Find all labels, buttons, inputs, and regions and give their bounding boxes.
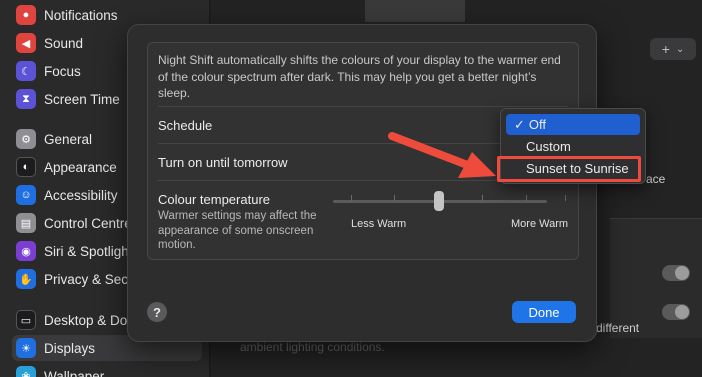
different-text: different [596,321,640,335]
sidebar-item-label: Control Centre [44,215,132,231]
option-label: Custom [526,139,571,154]
hourglass-icon: ⧗ [16,89,36,109]
slider-tick [526,195,527,201]
space-text: ace [646,172,666,186]
ambient-text: ambient lighting conditions. [240,340,385,354]
hand-icon: ✋ [16,269,36,289]
desktop-icon: ▭ [16,310,36,330]
schedule-option-off[interactable]: ✓ Off [506,114,640,135]
slider-tick [482,195,483,201]
sidebar-item-label: Accessibility [44,187,118,203]
annotation-highlight-box [497,156,641,182]
sidebar-item-label: Wallpaper [44,368,105,377]
schedule-option-custom[interactable]: Custom [506,136,640,157]
sidebar-item-label: Appearance [44,159,117,175]
sidebar-item-label: Sound [44,35,84,51]
display-icon: ☀ [16,338,36,358]
slider-tick [394,195,395,201]
wallpaper-icon: ❀ [16,366,36,377]
bell-icon: ● [16,5,36,25]
sidebar-item-label: General [44,131,93,147]
plus-icon: + [661,41,670,57]
sidebar-item-label: Displays [44,340,96,356]
true-tone-toggle[interactable] [662,304,690,320]
moon-icon: ☾ [16,61,36,81]
gear-icon: ⚙ [16,129,36,149]
more-warm-label: More Warm [511,218,569,230]
less-warm-label: Less Warm [351,218,407,230]
auto-brightness-toggle[interactable] [662,265,690,281]
annotation-arrow-icon [388,132,496,178]
sidebar-item-label: Focus [44,63,81,79]
help-button[interactable]: ? [147,302,167,322]
slider-tick [565,195,566,201]
divider [158,106,568,107]
night-shift-description: Night Shift automatically shifts the col… [158,53,561,100]
sidebar-item-label: Screen Time [44,91,120,107]
accessibility-icon: ☺ [16,185,36,205]
add-display-button[interactable]: + ⌄ [650,38,696,60]
turn-on-until-tomorrow-label: Turn on until tomorrow [158,155,288,170]
done-button[interactable]: Done [512,301,576,323]
checkmark-icon: ✓ [514,116,525,132]
display-preview [365,0,465,22]
slider-tick [351,195,352,201]
sidebar-item-label: Notifications [44,7,118,23]
sidebar-item-wallpaper[interactable]: ❀ Wallpaper [16,363,206,377]
colour-temperature-label: Colour temperature [158,192,270,207]
schedule-label: Schedule [158,118,213,133]
slider-thumb[interactable] [434,191,444,211]
option-label: Off [528,117,547,132]
colour-temperature-note: Warmer settings may affect the appearanc… [158,210,317,251]
appearance-icon: ◐ [16,157,36,177]
speaker-icon: ◀ [16,33,36,53]
sidebar-item-label: Siri & Spotlight [44,243,133,259]
control-centre-icon: ▤ [16,213,36,233]
siri-icon: ◉ [16,241,36,261]
chevron-down-icon: ⌄ [675,43,685,55]
